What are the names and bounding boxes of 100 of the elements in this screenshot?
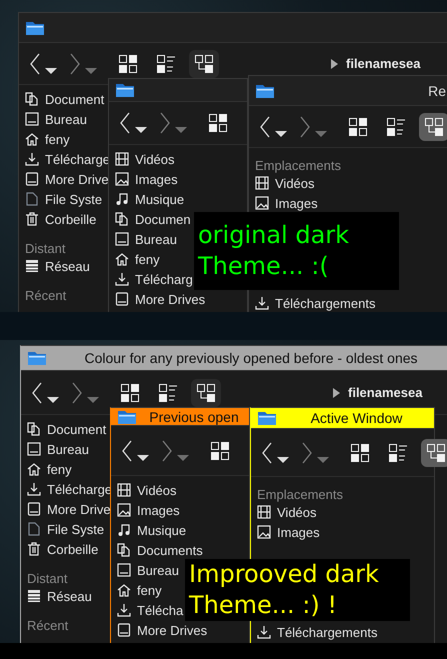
- caret-icon: [315, 130, 327, 136]
- sidebar-item[interactable]: Images: [117, 500, 180, 520]
- folder-icon: [257, 410, 277, 426]
- sidebar-item[interactable]: Corbeille: [27, 539, 98, 559]
- sidebar-item[interactable]: Images: [255, 193, 318, 213]
- sidebar-item[interactable]: More Drives: [117, 620, 208, 640]
- download-icon: [115, 272, 129, 286]
- caret-icon: [317, 456, 329, 462]
- sidebar-item[interactable]: Images: [115, 169, 178, 189]
- sidebar-item[interactable]: feny: [25, 129, 70, 149]
- sidebar-item[interactable]: Corbeille: [25, 209, 96, 229]
- sidebar-item[interactable]: File Syste: [27, 519, 104, 539]
- window-title: Previous open: [148, 408, 240, 424]
- caret-icon: [177, 454, 189, 460]
- caret-icon: [135, 127, 147, 133]
- sidebar-item[interactable]: Téléchargements: [255, 293, 376, 312]
- sidebar-item[interactable]: Images: [257, 522, 320, 542]
- back-button[interactable]: [121, 438, 133, 462]
- grid-icon: [209, 114, 227, 132]
- expand-arrow-icon: [333, 388, 340, 398]
- view-mode-button[interactable]: [421, 438, 447, 466]
- sidebar-item[interactable]: Bureau: [117, 560, 179, 580]
- back-button[interactable]: [31, 380, 43, 404]
- sidebar-item[interactable]: More Drive: [25, 169, 109, 189]
- sidebar-item[interactable]: Documents: [117, 540, 203, 560]
- documents-icon: [27, 422, 41, 436]
- view-mode-button[interactable]: [191, 378, 221, 406]
- sidebar-item[interactable]: Téléchargements: [257, 622, 378, 642]
- sidebar-item[interactable]: Bureau: [27, 439, 89, 459]
- sidebar-item[interactable]: Vidéos: [115, 149, 175, 169]
- sidebar-item[interactable]: Réseau: [25, 256, 90, 276]
- sidebar-item[interactable]: feny: [117, 580, 162, 600]
- caret-icon: [85, 68, 97, 74]
- caret-icon: [175, 127, 187, 133]
- music-note-icon: [117, 523, 131, 537]
- list-icon: [157, 54, 175, 72]
- sidebar-item[interactable]: Musique: [115, 189, 184, 209]
- download-icon: [27, 482, 41, 496]
- file-icon: [27, 522, 41, 536]
- sidebar-item[interactable]: Document: [27, 419, 106, 439]
- list-icon: [159, 384, 177, 402]
- download-icon: [255, 296, 269, 310]
- sidebar-item[interactable]: More Drive: [27, 499, 111, 519]
- drive-icon: [117, 623, 131, 637]
- drive-icon: [25, 172, 39, 186]
- documents-icon: [25, 92, 39, 106]
- sidebar-item[interactable]: More Drives: [115, 289, 206, 309]
- sidebar-item[interactable]: File Syste: [25, 189, 102, 209]
- caption-text: original dark: [198, 220, 350, 251]
- sidebar-item[interactable]: Vidéos: [117, 480, 177, 500]
- network-icon: [25, 259, 39, 273]
- sidebar-item[interactable]: Documen: [115, 209, 191, 229]
- breadcrumb[interactable]: filenamesea: [346, 56, 420, 71]
- window-title: Re: [427, 82, 446, 98]
- view-mode-button[interactable]: [419, 112, 447, 140]
- folder-icon: [115, 82, 135, 98]
- sidebar-item[interactable]: Bureau: [115, 229, 177, 249]
- sidebar-item[interactable]: Document: [25, 89, 104, 109]
- image-icon: [255, 196, 269, 210]
- network-icon: [27, 589, 41, 603]
- sidebar-item[interactable]: Réseau: [27, 586, 92, 606]
- sidebar-item[interactable]: Vidéos: [257, 502, 317, 522]
- film-icon: [255, 176, 269, 190]
- back-button[interactable]: [119, 111, 131, 135]
- grid-icon: [119, 54, 137, 72]
- documents-icon: [115, 212, 129, 226]
- sidebar-item[interactable]: Télécharge: [25, 149, 110, 169]
- film-icon: [115, 152, 129, 166]
- music-note-icon: [115, 192, 129, 206]
- back-button[interactable]: [29, 52, 41, 76]
- image-icon: [117, 503, 131, 517]
- sidebar-item[interactable]: feny: [115, 249, 160, 269]
- view-mode-button[interactable]: [189, 50, 219, 78]
- caption-text: Improoved dark: [189, 559, 380, 590]
- sidebar-item[interactable]: Musique: [117, 520, 186, 540]
- back-button[interactable]: [259, 114, 271, 138]
- folder-icon: [27, 350, 47, 366]
- trash-icon: [27, 542, 41, 556]
- caret-icon: [47, 396, 59, 402]
- sidebar-item[interactable]: Vidéos: [255, 173, 315, 193]
- sidebar-item[interactable]: Bureau: [25, 109, 87, 129]
- expand-arrow-icon: [331, 58, 338, 68]
- folder-icon: [25, 20, 45, 36]
- caret-icon: [137, 454, 149, 460]
- desktop-icon: [115, 232, 129, 246]
- section-header: Distant: [27, 570, 68, 586]
- back-button[interactable]: [261, 440, 273, 464]
- documents-icon: [117, 543, 131, 557]
- caret-icon: [87, 396, 99, 402]
- sidebar-item[interactable]: Télécharge: [27, 479, 112, 499]
- grid-icon: [351, 444, 369, 462]
- sidebar-item[interactable]: feny: [27, 459, 72, 479]
- sidebar-item[interactable]: Télécharg: [115, 269, 193, 289]
- download-icon: [257, 625, 271, 639]
- window-title: Active Window: [310, 410, 404, 426]
- home-icon: [117, 583, 131, 597]
- home-icon: [27, 462, 41, 476]
- sidebar-item[interactable]: Télécha: [117, 600, 184, 620]
- caret-icon: [45, 68, 57, 74]
- breadcrumb[interactable]: filenamesea: [348, 385, 422, 400]
